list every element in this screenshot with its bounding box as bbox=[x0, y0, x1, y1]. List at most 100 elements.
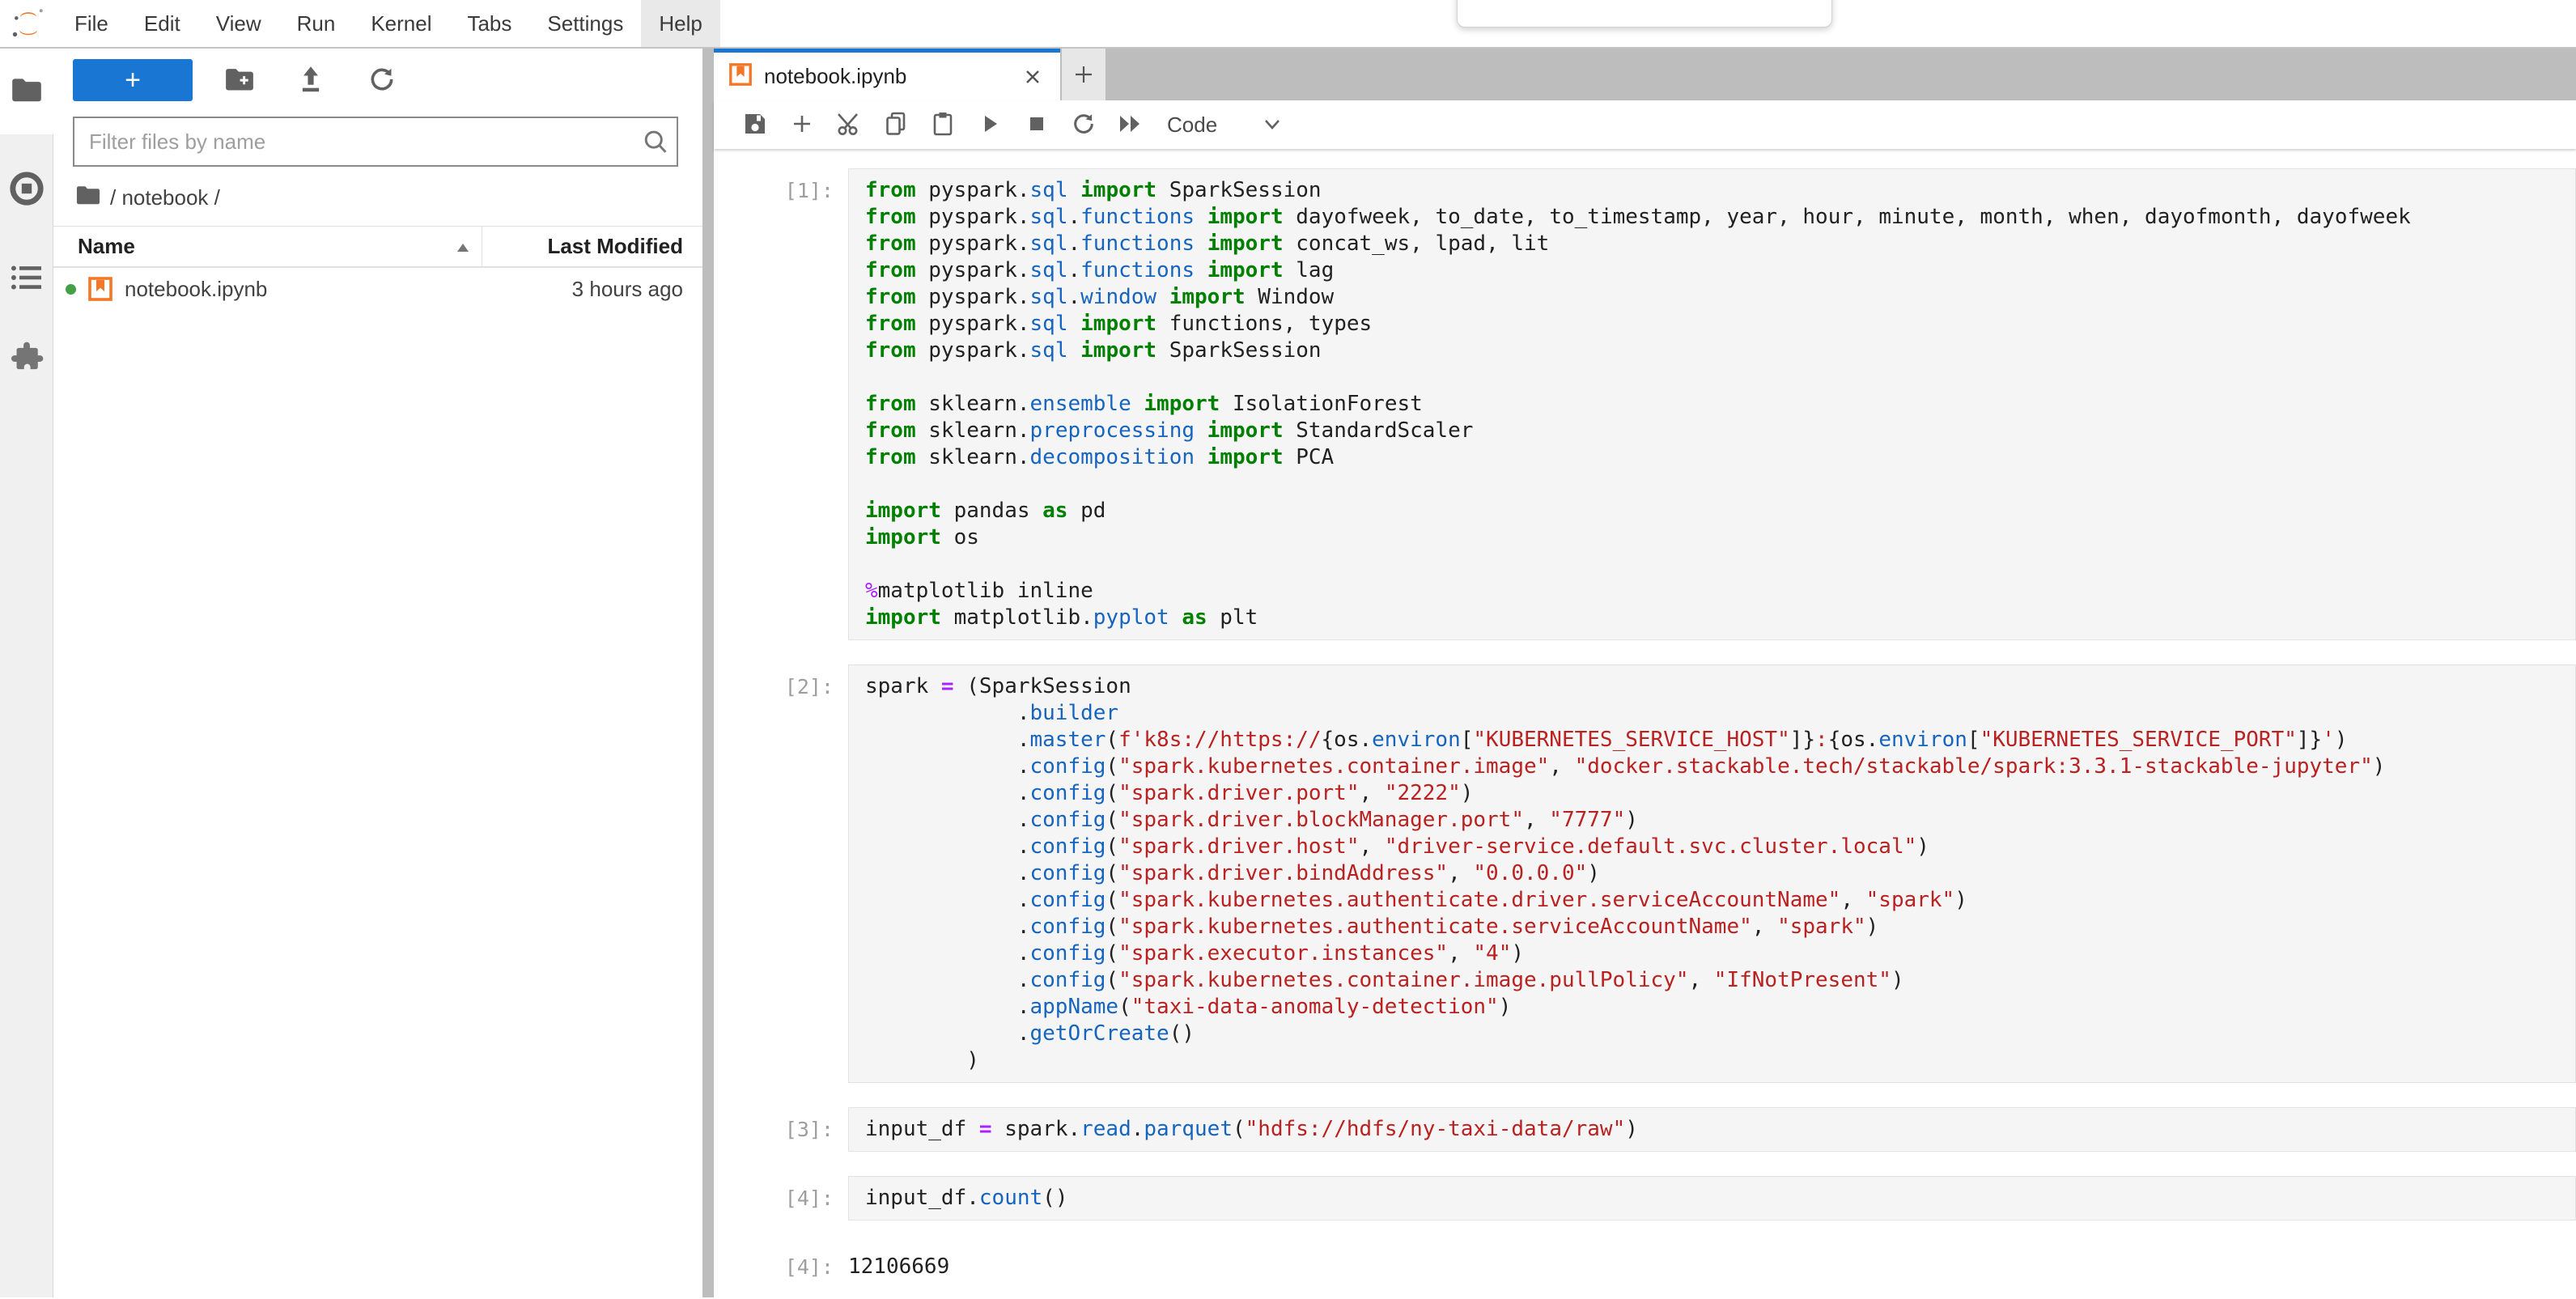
cell-prompt: [1]: bbox=[714, 168, 848, 640]
restart-kernel-button[interactable] bbox=[1060, 105, 1107, 144]
sidebar-tab-table-of-contents[interactable] bbox=[0, 243, 53, 316]
column-header-modified[interactable]: Last Modified bbox=[482, 234, 702, 259]
cut-cells-button[interactable] bbox=[825, 105, 872, 144]
code-line: .appName("taxi-data-anomaly-detection") bbox=[865, 994, 2575, 1021]
new-tab-button[interactable] bbox=[1062, 49, 1106, 100]
code-line: from pyspark.sql import SparkSession bbox=[865, 337, 2575, 364]
file-browser-panel: + bbox=[53, 49, 702, 1297]
upload-button[interactable] bbox=[275, 59, 346, 101]
menu-item-run[interactable]: Run bbox=[279, 0, 354, 47]
notebook-tab-icon bbox=[728, 62, 753, 91]
folder-icon bbox=[11, 77, 42, 107]
sort-ascending-icon bbox=[456, 234, 470, 259]
output-value: 12106669 bbox=[848, 1245, 949, 1280]
filter-files-input[interactable] bbox=[73, 117, 678, 167]
run-cell-button[interactable] bbox=[966, 105, 1013, 144]
restart-run-all-button[interactable] bbox=[1107, 105, 1154, 144]
code-editor[interactable]: input_df = spark.read.parquet("hdfs://hd… bbox=[848, 1107, 2576, 1152]
cell-type-dropdown[interactable]: Code bbox=[1167, 112, 1282, 138]
code-line: .config("spark.driver.bindAddress", "0.0… bbox=[865, 860, 2575, 887]
code-line: .config("spark.executor.instances", "4") bbox=[865, 940, 2575, 967]
code-line: ) bbox=[865, 1047, 2575, 1074]
filter-files-search bbox=[73, 117, 683, 167]
scissors-icon bbox=[836, 111, 862, 139]
save-button[interactable] bbox=[732, 105, 779, 144]
code-line: input_df.count() bbox=[865, 1185, 2575, 1212]
notebook-cell: [4]:input_df.count() bbox=[714, 1176, 2576, 1220]
cell-output: [4]:12106669 bbox=[714, 1245, 2576, 1280]
close-tab-icon[interactable] bbox=[1020, 64, 1046, 90]
run-icon bbox=[978, 112, 1001, 138]
copy-cells-button[interactable] bbox=[872, 105, 919, 144]
code-editor[interactable]: input_df.count() bbox=[848, 1176, 2576, 1220]
cell-prompt: [2]: bbox=[714, 664, 848, 1083]
save-icon bbox=[743, 112, 767, 138]
code-line: .config("spark.kubernetes.container.imag… bbox=[865, 754, 2575, 780]
cell-prompt: [3]: bbox=[714, 1107, 848, 1152]
notebook-cell: [2]:spark = (SparkSession .builder .mast… bbox=[714, 664, 2576, 1083]
search-icon bbox=[641, 128, 670, 161]
plus-icon bbox=[790, 112, 814, 138]
paste-cells-button[interactable] bbox=[919, 105, 966, 144]
refresh-icon bbox=[368, 66, 396, 96]
code-line: .builder bbox=[865, 700, 2575, 727]
jupyter-logo bbox=[0, 0, 57, 47]
restart-icon bbox=[1072, 112, 1096, 138]
fast-forward-icon bbox=[1118, 113, 1144, 137]
copy-icon bbox=[884, 111, 908, 139]
tab-notebook[interactable]: notebook.ipynb bbox=[714, 49, 1060, 100]
code-line: from pyspark.sql import functions, types bbox=[865, 311, 2575, 337]
refresh-button[interactable] bbox=[346, 59, 418, 101]
code-line: from pyspark.sql import SparkSession bbox=[865, 177, 2575, 204]
code-line: %matplotlib inline bbox=[865, 578, 2575, 605]
file-row[interactable]: notebook.ipynb 3 hours ago bbox=[53, 268, 702, 310]
code-line bbox=[865, 364, 2575, 391]
column-header-name[interactable]: Name bbox=[53, 227, 482, 266]
browser-suggestion-popup[interactable]: github.com bbox=[1457, 0, 1832, 28]
notebook-cell: [3]: input_df = spark.read.parquet("hdfs:… bbox=[714, 1107, 2576, 1152]
menu-item-edit[interactable]: Edit bbox=[126, 0, 198, 47]
code-line: from sklearn.ensemble import IsolationFo… bbox=[865, 391, 2575, 418]
sidebar-tab-running[interactable] bbox=[0, 154, 53, 227]
code-line: from sklearn.decomposition import PCA bbox=[865, 444, 2575, 471]
code-line: input_df = spark.read.parquet("hdfs://hd… bbox=[865, 1116, 2575, 1143]
code-line: from pyspark.sql.functions import dayofw… bbox=[865, 204, 2575, 231]
code-line: .master(f'k8s://https://{os.environ["KUB… bbox=[865, 727, 2575, 754]
menu-item-help[interactable]: Help bbox=[641, 0, 719, 47]
code-line: import matplotlib.pyplot as plt bbox=[865, 605, 2575, 631]
menu-item-file[interactable]: File bbox=[57, 0, 126, 47]
notebook-file-icon bbox=[87, 276, 113, 302]
sidebar-tab-file-browser[interactable] bbox=[0, 49, 54, 134]
code-line: .config("spark.driver.blockManager.port"… bbox=[865, 807, 2575, 834]
file-name: notebook.ipynb bbox=[125, 277, 267, 302]
list-icon bbox=[10, 263, 44, 296]
code-line: import pandas as pd bbox=[865, 498, 2575, 524]
new-folder-button[interactable] bbox=[204, 59, 275, 101]
interrupt-kernel-button[interactable] bbox=[1013, 105, 1060, 144]
puzzle-icon bbox=[10, 342, 44, 380]
breadcrumb[interactable]: / notebook / bbox=[53, 167, 702, 226]
panel-resize-handle[interactable] bbox=[702, 49, 714, 1297]
code-line bbox=[865, 471, 2575, 498]
code-line: .config("spark.kubernetes.container.imag… bbox=[865, 967, 2575, 994]
running-icon bbox=[9, 171, 45, 210]
insert-cell-button[interactable] bbox=[779, 105, 825, 144]
code-line: .config("spark.kubernetes.authenticate.s… bbox=[865, 914, 2575, 940]
code-line: .config("spark.driver.host", "driver-ser… bbox=[865, 834, 2575, 860]
code-editor[interactable]: from pyspark.sql import SparkSessionfrom… bbox=[848, 168, 2576, 640]
code-editor[interactable]: spark = (SparkSession .builder .master(f… bbox=[848, 664, 2576, 1083]
menu-item-settings[interactable]: Settings bbox=[529, 0, 641, 47]
tab-label: notebook.ipynb bbox=[764, 64, 1020, 89]
code-line: from pyspark.sql.window import Window bbox=[865, 284, 2575, 311]
menu-item-kernel[interactable]: Kernel bbox=[353, 0, 449, 47]
stop-icon bbox=[1026, 113, 1047, 137]
cell-prompt: [4]: bbox=[714, 1245, 848, 1280]
cell-type-value: Code bbox=[1167, 112, 1217, 138]
code-line: from sklearn.preprocessing import Standa… bbox=[865, 418, 2575, 444]
new-launcher-button[interactable]: + bbox=[73, 59, 193, 101]
code-line: .config("spark.driver.port", "2222") bbox=[865, 780, 2575, 807]
menu-item-view[interactable]: View bbox=[198, 0, 279, 47]
sidebar-tab-extensions[interactable] bbox=[0, 324, 53, 397]
file-modified: 3 hours ago bbox=[572, 277, 702, 302]
menu-item-tabs[interactable]: Tabs bbox=[449, 0, 529, 47]
